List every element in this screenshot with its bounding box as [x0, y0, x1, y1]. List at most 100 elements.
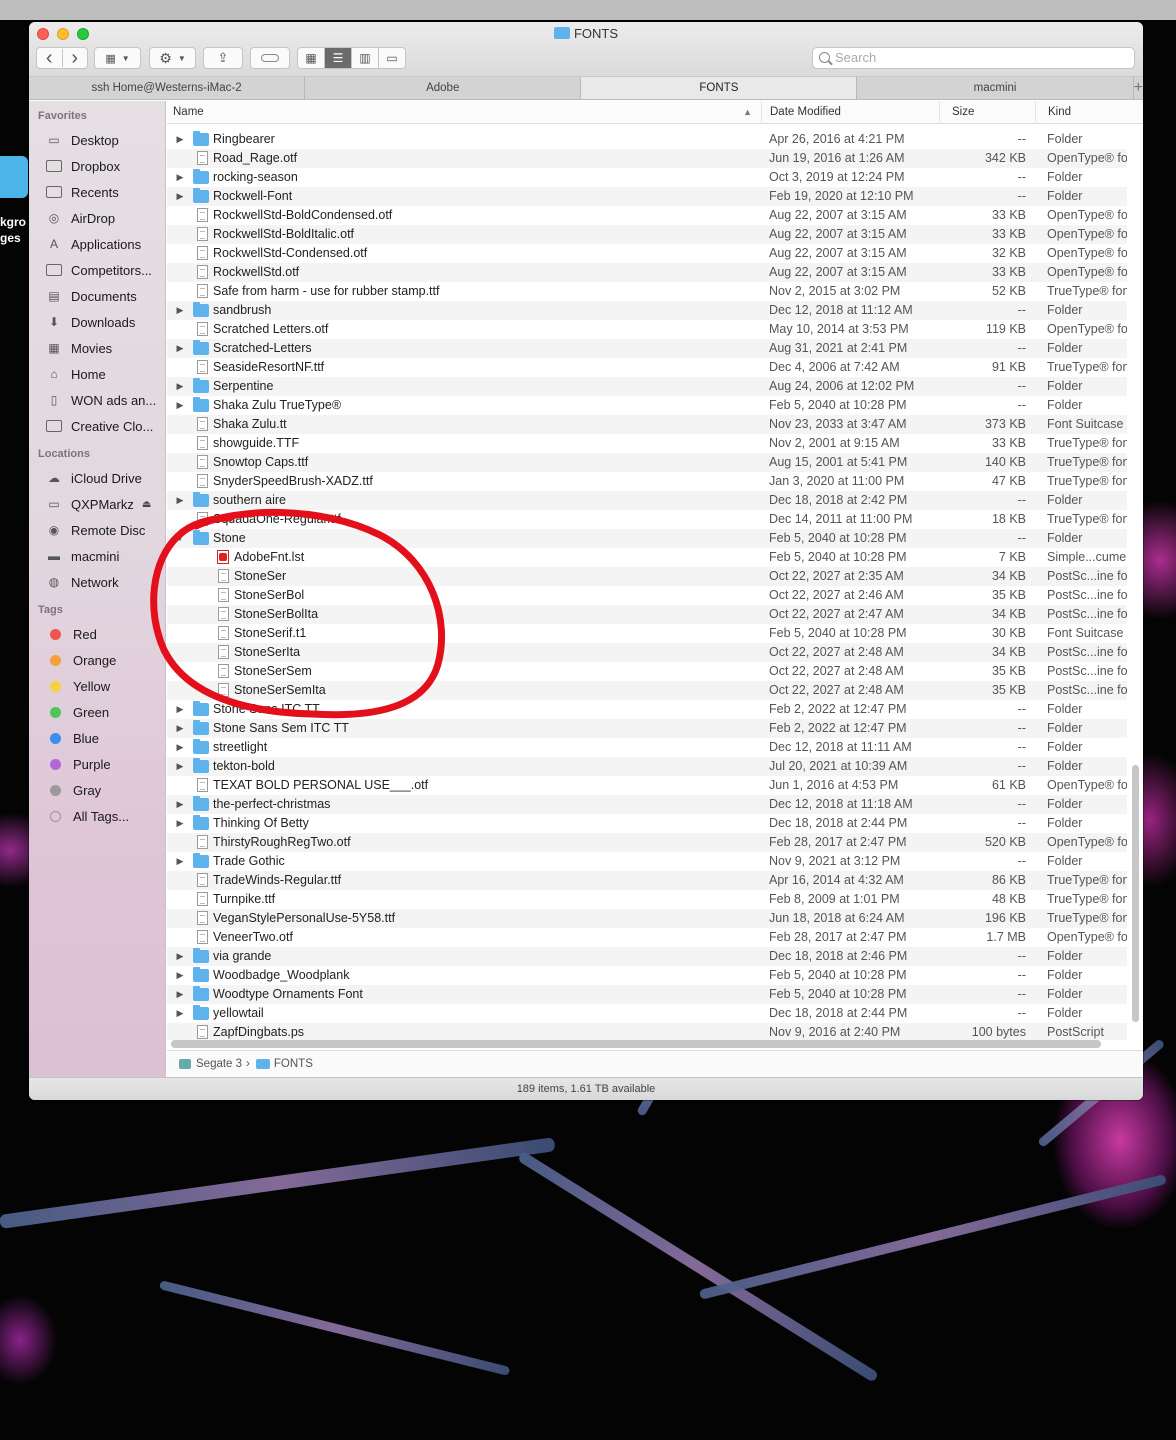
gallery-view-button[interactable]: ▭ [378, 48, 405, 68]
file-row[interactable]: ▶ Thinking Of Betty Dec 18, 2018 at 2:44 P… [167, 814, 1127, 833]
file-row[interactable]: StoneSerBol Oct 22, 2027 at 2:46 AM 35 KB P… [167, 586, 1127, 605]
sidebar-item-gray[interactable]: Gray [29, 777, 165, 803]
sidebar-item-macmini[interactable]: ▬ macmini [29, 543, 165, 569]
eject-icon[interactable]: ⏏ [142, 499, 151, 510]
file-row[interactable]: ▶ Serpentine Aug 24, 2006 at 12:02 PM -- Fol… [167, 377, 1127, 396]
file-row[interactable]: TEXAT BOLD PERSONAL USE___.otf Jun 1, 201… [167, 776, 1127, 795]
column-name[interactable]: Name ▲ [167, 101, 760, 124]
disclosure-closed-icon[interactable]: ▶ [175, 795, 185, 814]
sidebar-item-creative-clo[interactable]: Creative Clo... [29, 413, 165, 439]
sidebar-item-movies[interactable]: ▦ Movies [29, 335, 165, 361]
sidebar-item-red[interactable]: Red [29, 621, 165, 647]
column-kind[interactable]: Kind [1035, 101, 1143, 124]
action-menu-button[interactable]: ⚙ ▼ [149, 47, 196, 69]
file-row[interactable]: SeasideResortNF.ttf Dec 4, 2006 at 7:42 A… [167, 358, 1127, 377]
file-row[interactable]: ▶ Stone Sans Sem ITC TT Feb 2, 2022 at 12:… [167, 719, 1127, 738]
tag-button[interactable] [250, 47, 290, 69]
share-button[interactable]: ⇪ [203, 47, 243, 69]
file-row[interactable]: Shaka Zulu.tt Nov 23, 2033 at 3:47 AM 373 … [167, 415, 1127, 434]
sidebar-item-network[interactable]: ◍ Network [29, 569, 165, 595]
file-row[interactable]: SquadaOne-Regular.ttf Dec 14, 2011 at 11:… [167, 510, 1127, 529]
file-row[interactable]: Scratched Letters.otf May 10, 2014 at 3:5… [167, 320, 1127, 339]
file-row[interactable]: RockwellStd.otf Aug 22, 2007 at 3:15 AM 33… [167, 263, 1127, 282]
file-row[interactable]: ▶ Scratched-Letters Aug 31, 2021 at 2:41 P… [167, 339, 1127, 358]
file-row[interactable]: Turnpike.ttf Feb 8, 2009 at 1:01 PM 48 KB T… [167, 890, 1127, 909]
disclosure-closed-icon[interactable]: ▶ [175, 985, 185, 1004]
file-row[interactable]: AdobeFnt.lst Feb 5, 2040 at 10:28 PM 7 KB S… [167, 548, 1127, 567]
tab-adobe[interactable]: Adobe [305, 77, 582, 99]
disclosure-closed-icon[interactable]: ▶ [175, 814, 185, 833]
disclosure-closed-icon[interactable]: ▶ [175, 947, 185, 966]
sidebar-item-documents[interactable]: ▤ Documents [29, 283, 165, 309]
file-row[interactable]: ▶ via grande Dec 18, 2018 at 2:46 PM -- Fold… [167, 947, 1127, 966]
horizontal-scrollbar[interactable] [171, 1040, 1101, 1048]
disclosure-closed-icon[interactable]: ▶ [175, 396, 185, 415]
sidebar-item-applications[interactable]: A Applications [29, 231, 165, 257]
disclosure-closed-icon[interactable]: ▶ [175, 700, 185, 719]
disclosure-closed-icon[interactable]: ▶ [175, 168, 185, 187]
column-size[interactable]: Size [939, 101, 1034, 124]
disclosure-closed-icon[interactable]: ▶ [175, 738, 185, 757]
file-row[interactable]: RockwellStd-BoldCondensed.otf Aug 22, 200… [167, 206, 1127, 225]
desktop-item-icon[interactable] [0, 156, 28, 198]
sidebar-item-recents[interactable]: Recents [29, 179, 165, 205]
forward-button[interactable]: › [61, 48, 88, 68]
sidebar-item-orange[interactable]: Orange [29, 647, 165, 673]
file-row[interactable]: ▶ yellowtail Dec 18, 2018 at 2:44 PM -- Fold… [167, 1004, 1127, 1023]
sidebar-item-won-ads-an[interactable]: ▯ WON ads an... [29, 387, 165, 413]
tab-fonts[interactable]: FONTS [581, 77, 858, 99]
sidebar-item-dropbox[interactable]: Dropbox [29, 153, 165, 179]
file-row[interactable]: ▶ Woodtype Ornaments Font Feb 5, 2040 at 1… [167, 985, 1127, 1004]
sidebar-item-remote-disc[interactable]: ◉ Remote Disc [29, 517, 165, 543]
sidebar-item-yellow[interactable]: Yellow [29, 673, 165, 699]
sidebar-item-purple[interactable]: Purple [29, 751, 165, 777]
file-row[interactable]: VeneerTwo.otf Feb 28, 2017 at 2:47 PM 1.7 … [167, 928, 1127, 947]
column-view-button[interactable]: ▥ [351, 48, 378, 68]
disclosure-closed-icon[interactable]: ▶ [175, 719, 185, 738]
file-row[interactable]: StoneSerSemIta Oct 22, 2027 at 2:48 AM 35 … [167, 681, 1127, 700]
file-row[interactable]: ▶ Ringbearer Apr 26, 2016 at 4:21 PM -- Fold… [167, 130, 1127, 149]
file-row[interactable]: ▶ Shaka Zulu TrueType® Feb 5, 2040 at 10:2… [167, 396, 1127, 415]
path-folder[interactable]: FONTS [274, 1058, 313, 1070]
sidebar-item-airdrop[interactable]: ◎ AirDrop [29, 205, 165, 231]
file-row[interactable]: ▶ rocking-season Oct 3, 2019 at 12:24 PM --… [167, 168, 1127, 187]
file-row[interactable]: RockwellStd-BoldItalic.otf Aug 22, 2007 a… [167, 225, 1127, 244]
sidebar-item-green[interactable]: Green [29, 699, 165, 725]
disclosure-closed-icon[interactable]: ▶ [175, 377, 185, 396]
vertical-scrollbar[interactable] [1132, 765, 1139, 1022]
file-row[interactable]: StoneSerif.t1 Feb 5, 2040 at 10:28 PM 30 K… [167, 624, 1127, 643]
sidebar-item-competitors[interactable]: Competitors... [29, 257, 165, 283]
disclosure-closed-icon[interactable]: ▶ [175, 757, 185, 776]
disclosure-closed-icon[interactable]: ▶ [175, 301, 185, 320]
path-drive[interactable]: Segate 3 [196, 1058, 242, 1070]
file-row[interactable]: ▼ Stone Feb 5, 2040 at 10:28 PM -- Folder [167, 529, 1127, 548]
file-row[interactable]: ▶ southern aire Dec 18, 2018 at 2:42 PM -- F… [167, 491, 1127, 510]
disclosure-closed-icon[interactable]: ▶ [175, 339, 185, 358]
search-field[interactable]: Search [812, 47, 1135, 69]
file-row[interactable]: ▶ streetlight Dec 12, 2018 at 11:11 AM -- Fo… [167, 738, 1127, 757]
file-row[interactable]: ThirstyRoughRegTwo.otf Feb 28, 2017 at 2:… [167, 833, 1127, 852]
tab-macmini[interactable]: macmini [857, 77, 1134, 99]
file-row[interactable]: StoneSerBolIta Oct 22, 2027 at 2:47 AM 34 … [167, 605, 1127, 624]
disclosure-closed-icon[interactable]: ▶ [175, 1004, 185, 1023]
back-button[interactable]: ‹ [37, 48, 62, 68]
sidebar-item-icloud-drive[interactable]: ☁ iCloud Drive [29, 465, 165, 491]
file-row[interactable]: ▶ the-perfect-christmas Dec 12, 2018 at 11… [167, 795, 1127, 814]
icon-view-button[interactable]: ▦ [298, 48, 324, 68]
disclosure-closed-icon[interactable]: ▶ [175, 187, 185, 206]
file-row[interactable]: Safe from harm - use for rubber stamp.tt… [167, 282, 1127, 301]
sidebar-item-downloads[interactable]: ⬇ Downloads [29, 309, 165, 335]
disclosure-closed-icon[interactable]: ▶ [175, 491, 185, 510]
file-row[interactable]: TradeWinds-Regular.ttf Apr 16, 2014 at 4:… [167, 871, 1127, 890]
file-row[interactable]: ▶ Rockwell-Font Feb 19, 2020 at 12:10 PM --… [167, 187, 1127, 206]
sidebar-item-all-tags[interactable]: All Tags... [29, 803, 165, 829]
sidebar-item-desktop[interactable]: ▭ Desktop [29, 127, 165, 153]
file-row[interactable]: ▶ Stone Sans ITC TT Feb 2, 2022 at 12:47 P… [167, 700, 1127, 719]
file-row[interactable]: ▶ Trade Gothic Nov 9, 2021 at 3:12 PM -- Fol… [167, 852, 1127, 871]
list-view-button[interactable]: ☰ [324, 48, 351, 68]
sidebar-item-home[interactable]: ⌂ Home [29, 361, 165, 387]
sidebar-item-blue[interactable]: Blue [29, 725, 165, 751]
file-row[interactable]: SnyderSpeedBrush-XADZ.ttf Jan 3, 2020 at … [167, 472, 1127, 491]
file-row[interactable]: ▶ Woodbadge_Woodplank Feb 5, 2040 at 10:28… [167, 966, 1127, 985]
new-tab-button[interactable]: + [1134, 77, 1143, 99]
